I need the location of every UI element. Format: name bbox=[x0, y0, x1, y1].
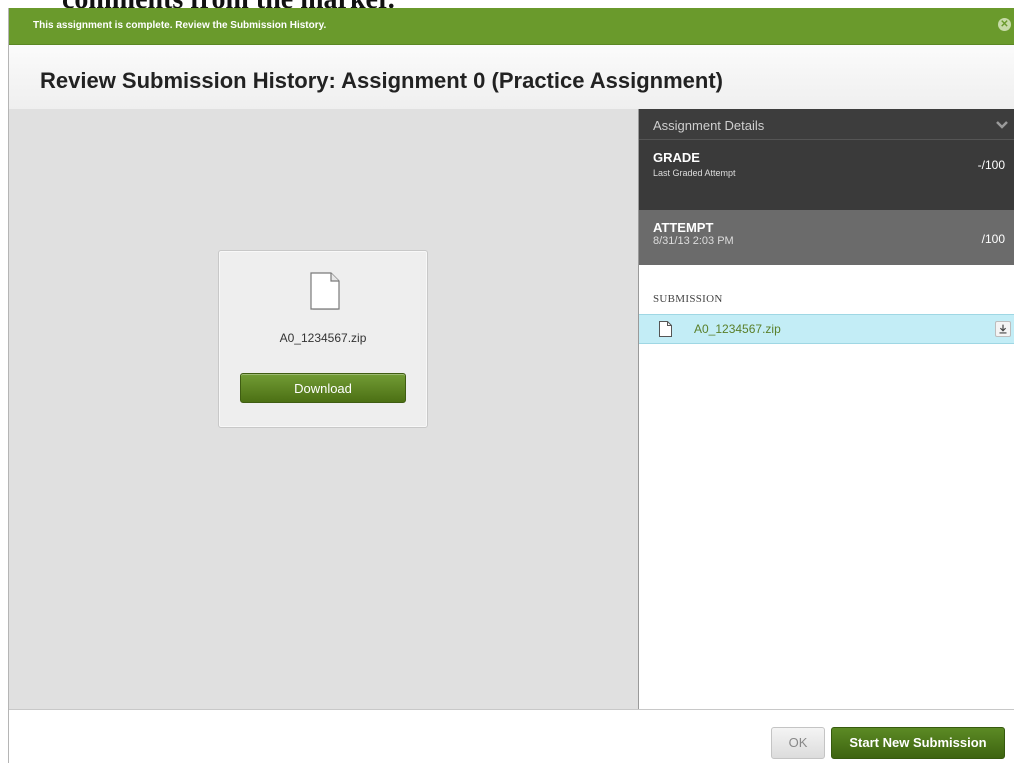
dialog-header: Review Submission History: Assignment 0 … bbox=[9, 45, 1014, 109]
grade-section: GRADE Last Graded Attempt -/100 bbox=[639, 140, 1014, 210]
submission-heading: SUBMISSION bbox=[653, 293, 723, 305]
attempt-date: 8/31/13 2:03 PM bbox=[653, 235, 734, 247]
dialog-footer: OK Start New Submission bbox=[9, 709, 1014, 763]
grade-sublabel: Last Graded Attempt bbox=[653, 168, 736, 178]
attempt-section[interactable]: ATTEMPT 8/31/13 2:03 PM /100 bbox=[639, 210, 1014, 265]
review-submission-dialog: This assignment is complete. Review the … bbox=[8, 8, 1014, 763]
notice-message: This assignment is complete. Review the … bbox=[33, 20, 327, 31]
chevron-down-icon[interactable] bbox=[995, 119, 1009, 131]
ok-button[interactable]: OK bbox=[771, 727, 825, 759]
file-name: A0_1234567.zip bbox=[279, 331, 367, 345]
close-icon[interactable]: ✕ bbox=[998, 18, 1011, 31]
file-card: A0_1234567.zip Download bbox=[218, 250, 428, 428]
attempt-label: ATTEMPT bbox=[653, 220, 714, 235]
assignment-details-title: Assignment Details bbox=[653, 118, 765, 133]
completion-notice-bar: This assignment is complete. Review the … bbox=[9, 8, 1014, 45]
start-new-submission-button[interactable]: Start New Submission bbox=[831, 727, 1005, 759]
submission-file-link[interactable]: A0_1234567.zip bbox=[694, 322, 781, 336]
submission-file-row[interactable]: A0_1234567.zip bbox=[639, 314, 1014, 344]
document-icon bbox=[310, 272, 340, 310]
page-title: Review Submission History: Assignment 0 … bbox=[40, 68, 723, 93]
grade-label: GRADE bbox=[653, 150, 700, 165]
attempt-value: /100 bbox=[981, 232, 1005, 246]
grade-value: -/100 bbox=[977, 158, 1005, 172]
assignment-details-panel: Assignment Details GRADE Last Graded Att… bbox=[639, 109, 1014, 709]
download-button[interactable]: Download bbox=[240, 373, 406, 403]
document-icon bbox=[659, 321, 672, 337]
file-preview-area: A0_1234567.zip Download bbox=[9, 109, 639, 709]
assignment-details-header[interactable]: Assignment Details bbox=[639, 109, 1014, 140]
download-icon[interactable] bbox=[995, 321, 1011, 337]
